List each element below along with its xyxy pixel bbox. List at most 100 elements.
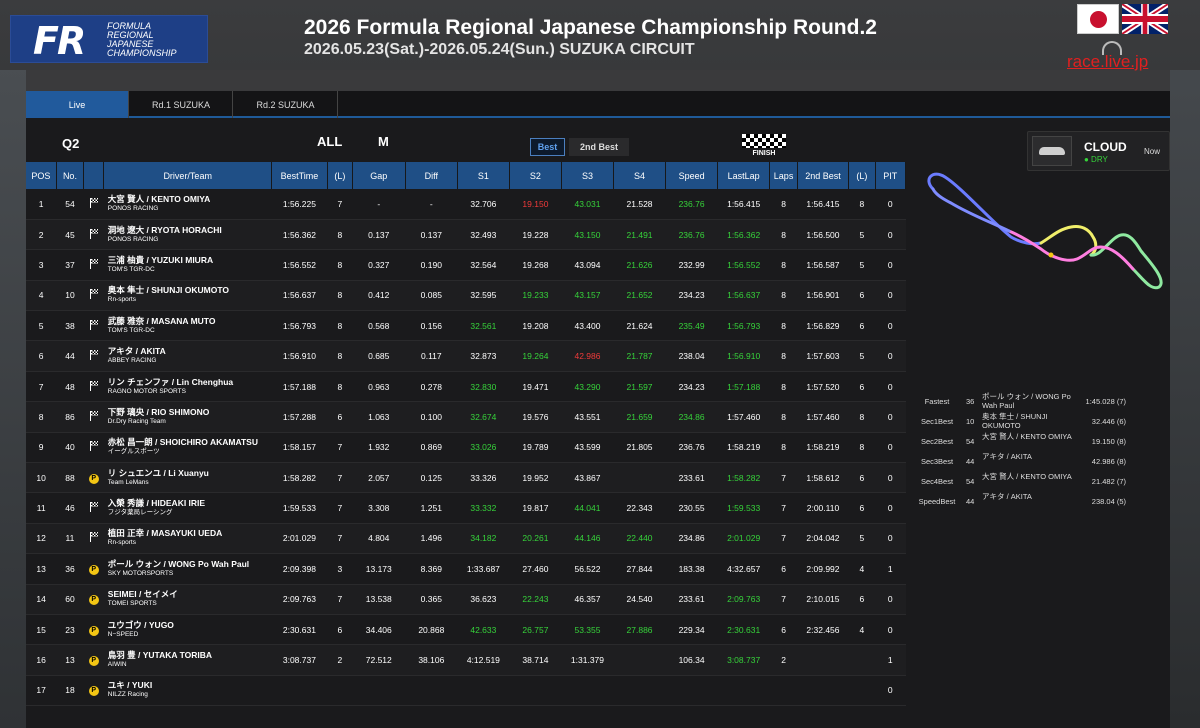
pit-cell: 0: [875, 432, 906, 464]
gap-cell: 2.057: [352, 462, 406, 494]
s3-cell: 43.599: [561, 432, 614, 464]
diff-cell: 0.869: [405, 432, 458, 464]
racelive-logo[interactable]: race.live.jp: [1066, 41, 1170, 72]
position-cell: 13: [26, 553, 57, 585]
team-name: N−SPEED: [107, 630, 139, 638]
pit-cell: 0: [875, 249, 906, 281]
l-cell: 7: [327, 462, 353, 494]
japanese-flag-icon[interactable]: [1077, 4, 1119, 34]
s2-cell: 19.952: [509, 462, 562, 494]
gap-cell: 0.568: [352, 310, 406, 342]
pit-icon-cell: P: [83, 644, 104, 676]
laps-cell: 8: [769, 249, 798, 281]
table-row[interactable]: 11 46 入榮 秀謙 / HIDEAKI IRIE フジタ薬局レーシング 1:59.5…: [26, 492, 906, 524]
second-best-button[interactable]: 2nd Best: [569, 138, 629, 156]
driver-team-cell: アキタ / AKITA ABBEY RACING: [103, 340, 272, 372]
s3-cell: 43.551: [561, 401, 614, 433]
checkered-flag-icon: [89, 502, 99, 513]
table-row[interactable]: 14 60 P SEIMEI / セイメイ TOMEI SPORTS 2:09.763 7 1…: [26, 584, 906, 615]
best-button[interactable]: Best: [530, 138, 565, 156]
table-row[interactable]: 2 45 洞地 遼大 / RYOTA HORACHI PONOS RACING 1:56…: [26, 219, 906, 251]
s2-cell: 22.243: [509, 584, 562, 615]
l2-cell: 6: [848, 584, 876, 615]
table-row[interactable]: 17 18 P ユキ / YUKI NILZZ Racing 0: [26, 675, 906, 707]
car-number-cell: 45: [56, 219, 84, 251]
s2-cell: 26.757: [509, 614, 562, 646]
car-number-cell: 18: [56, 675, 84, 707]
uk-flag-icon[interactable]: [1122, 4, 1168, 34]
last-cell: 1:56.793: [717, 310, 770, 342]
driver-name: ユウゴウ / YUGO: [107, 619, 174, 630]
column-header: S3: [561, 162, 614, 189]
best-cell: 1:56.362: [271, 219, 328, 251]
laps-cell: 8: [769, 310, 798, 342]
car-number-cell: 46: [56, 492, 84, 524]
pit-cell: 0: [875, 310, 906, 342]
pit-icon: P: [88, 625, 99, 636]
s2-cell: 19.264: [509, 340, 562, 372]
driver-name: 三浦 柚貴 / YUZUKI MIURA: [107, 254, 214, 265]
pit-icon-cell: P: [83, 614, 104, 646]
table-row[interactable]: 15 23 P ユウゴウ / YUGO N−SPEED 2:30.631 6 34.406 20…: [26, 614, 906, 646]
l2-cell: 6: [848, 492, 876, 524]
table-row[interactable]: 3 37 三浦 柚貴 / YUZUKI MIURA TOM'S TGR-DC 1:56.…: [26, 249, 906, 281]
pit-cell: 0: [875, 462, 906, 494]
car-number-cell: 86: [56, 401, 84, 433]
table-row[interactable]: 1 54 大宮 賢人 / KENTO OMIYA PONOS RACING 1:56.2…: [26, 189, 906, 220]
flag-icon-cell: [83, 310, 104, 342]
checkered-flag-icon: [89, 258, 99, 269]
table-row[interactable]: 7 48 リン チェンファ / Lin Chenghua RAGNO MOTOR SP…: [26, 371, 906, 403]
second-cell: 1:57.460: [797, 401, 849, 433]
tab-bar: Live Rd.1 SUZUKA Rd.2 SUZUKA: [26, 91, 1170, 118]
pit-cell: 0: [875, 340, 906, 372]
tab-rd1-suzuka[interactable]: Rd.1 SUZUKA: [130, 91, 233, 118]
column-header: (L): [848, 162, 876, 189]
tab-live[interactable]: Live: [26, 91, 129, 118]
best-label: SpeedBest: [918, 497, 956, 506]
speed-cell: 234.86: [665, 523, 718, 555]
best-time: 42.986 (8): [1091, 457, 1126, 466]
driver-team-cell: ユキ / YUKI NILZZ Racing: [103, 675, 272, 707]
team-name: イーグルスポーツ: [107, 448, 160, 456]
laps-cell: 8: [769, 340, 798, 372]
best-label: Sec3Best: [920, 457, 954, 466]
driver-team-cell: 植田 正幸 / MASAYUKI UEDA Rn-sports: [103, 523, 272, 555]
table-row[interactable]: 12 11 植田 正幸 / MASAYUKI UEDA Rn-sports 2:01.0…: [26, 523, 906, 555]
table-row[interactable]: 16 13 P 鳥羽 豊 / YUTAKA TORIBA AIWIN 3:08.737 2 7…: [26, 644, 906, 676]
diff-cell: [405, 675, 458, 707]
best-cell: 1:56.910: [271, 340, 328, 372]
table-body: 1 54 大宮 賢人 / KENTO OMIYA PONOS RACING 1:56.2…: [26, 189, 906, 707]
pit-cell: 0: [875, 371, 906, 403]
s1-cell: 1:33.687: [457, 553, 510, 585]
l-cell: 8: [327, 310, 353, 342]
laps-cell: 7: [769, 584, 798, 615]
best-label: Sec4Best: [920, 477, 954, 486]
table-row[interactable]: 8 86 下野 璃央 / RIO SHIMONO Dr.Dry Racing Team…: [26, 401, 906, 433]
table-row[interactable]: 4 10 奥本 隼士 / SHUNJI OKUMOTO Rn-sports 1:56.6…: [26, 280, 906, 312]
position-cell: 4: [26, 280, 57, 312]
car-number-cell: 38: [56, 310, 84, 342]
table-row[interactable]: 6 44 アキタ / AKITA ABBEY RACING 1:56.910 8 0.685…: [26, 340, 906, 372]
tab-rd2-suzuka[interactable]: Rd.2 SUZUKA: [234, 91, 338, 118]
table-row[interactable]: 9 40 赤松 昌一朗 / SHOICHIRO AKAMATSU イーグルスポーツ 1:…: [26, 432, 906, 464]
s3-cell: 43.290: [561, 371, 614, 403]
pit-cell: 0: [875, 189, 906, 220]
s2-cell: 19.228: [509, 219, 562, 251]
class-filter-all[interactable]: ALL: [317, 134, 342, 149]
l2-cell: 5: [848, 340, 876, 372]
s2-cell: 19.208: [509, 310, 562, 342]
class-filter-m[interactable]: M: [378, 134, 389, 149]
table-row[interactable]: 13 36 P ポール ウォン / WONG Po Wah Paul SKY MOTOR…: [26, 553, 906, 585]
l2-cell: 4: [848, 614, 876, 646]
s1-cell: 4:12.519: [457, 644, 510, 676]
finish-status: FINISH: [742, 134, 786, 160]
table-row[interactable]: 10 88 P リ シュエンユ / Li Xuanyu Team LeMans 1:58.…: [26, 462, 906, 494]
s3-cell: 46.357: [561, 584, 614, 615]
last-cell: 1:57.460: [717, 401, 770, 433]
driver-name: 下野 璃央 / RIO SHIMONO: [107, 406, 210, 417]
column-header: Speed: [665, 162, 718, 189]
driver-team-cell: 洞地 遼大 / RYOTA HORACHI PONOS RACING: [103, 219, 272, 251]
table-row[interactable]: 5 38 武藤 雅奈 / MASANA MUTO TOM'S TGR-DC 1:56.7…: [26, 310, 906, 342]
s1-cell: 32.493: [457, 219, 510, 251]
series-logo[interactable]: FR FORMULA REGIONAL JAPANESE CHAMPIONSHI…: [10, 15, 208, 63]
